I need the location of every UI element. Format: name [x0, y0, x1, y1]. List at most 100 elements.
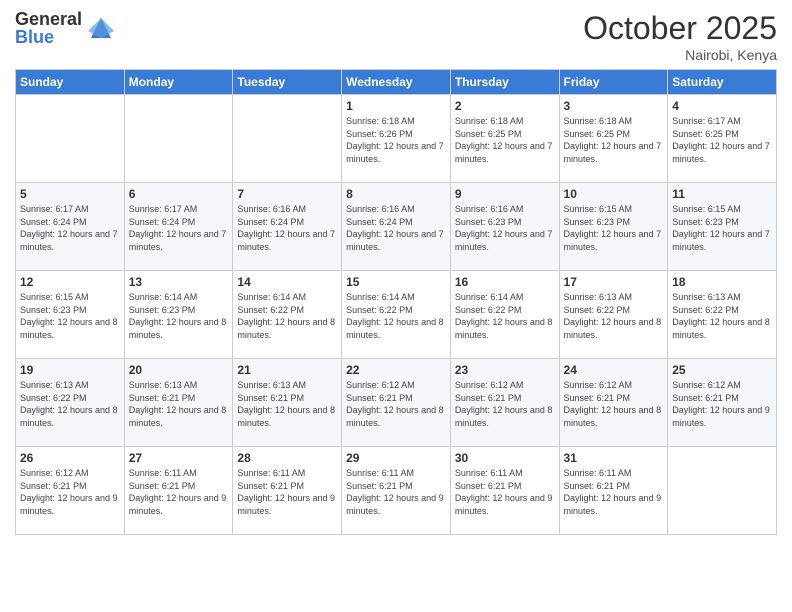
calendar-cell: 20 Sunrise: 6:13 AMSunset: 6:21 PMDayligh…	[124, 359, 233, 447]
day-info: Sunrise: 6:11 AMSunset: 6:21 PMDaylight:…	[564, 467, 664, 517]
day-info: Sunrise: 6:16 AMSunset: 6:24 PMDaylight:…	[237, 203, 337, 253]
calendar-cell: 9Sunrise: 6:16 AMSunset: 6:23 PMDaylight…	[450, 183, 559, 271]
header: General Blue October 2025 Nairobi, Kenya	[15, 10, 777, 63]
day-info: Sunrise: 6:12 AMSunset: 6:21 PMDaylight:…	[564, 379, 664, 429]
calendar-cell: 7 Sunrise: 6:16 AMSunset: 6:24 PMDaylight…	[233, 183, 342, 271]
day-number: 27	[129, 451, 229, 465]
calendar-cell: 19Sunrise: 6:13 AMSunset: 6:22 PMDayligh…	[16, 359, 125, 447]
title-block: October 2025 Nairobi, Kenya	[583, 10, 777, 63]
week-row-5: 26Sunrise: 6:12 AMSunset: 6:21 PMDayligh…	[16, 447, 777, 535]
day-number: 8	[346, 187, 446, 201]
day-info: Sunrise: 6:12 AMSunset: 6:21 PMDaylight:…	[20, 467, 120, 517]
day-info: Sunrise: 6:14 AMSunset: 6:22 PMDaylight:…	[455, 291, 555, 341]
day-info: Sunrise: 6:16 AMSunset: 6:24 PMDaylight:…	[346, 203, 446, 253]
calendar-cell: 13 Sunrise: 6:14 AMSunset: 6:23 PMDayligh…	[124, 271, 233, 359]
day-number: 13	[129, 275, 229, 289]
day-info: Sunrise: 6:18 AMSunset: 6:26 PMDaylight:…	[346, 115, 446, 165]
day-info: Sunrise: 6:15 AMSunset: 6:23 PMDaylight:…	[564, 203, 664, 253]
calendar-body: 1 Sunrise: 6:18 AMSunset: 6:26 PMDaylight…	[16, 95, 777, 535]
day-number: 28	[237, 451, 337, 465]
day-number: 11	[672, 187, 772, 201]
day-number: 6	[129, 187, 229, 201]
calendar-cell: 21 Sunrise: 6:13 AMSunset: 6:21 PMDayligh…	[233, 359, 342, 447]
calendar-cell	[668, 447, 777, 535]
day-info: Sunrise: 6:18 AMSunset: 6:25 PMDaylight:…	[455, 115, 555, 165]
calendar-cell: 31 Sunrise: 6:11 AMSunset: 6:21 PMDayligh…	[559, 447, 668, 535]
logo-blue: Blue	[15, 28, 82, 46]
logo-icon	[86, 13, 116, 43]
calendar-cell: 29Sunrise: 6:11 AMSunset: 6:21 PMDayligh…	[342, 447, 451, 535]
day-number: 31	[564, 451, 664, 465]
calendar-cell: 22 Sunrise: 6:12 AMSunset: 6:21 PMDayligh…	[342, 359, 451, 447]
col-saturday: Saturday	[668, 70, 777, 95]
day-info: Sunrise: 6:18 AMSunset: 6:25 PMDaylight:…	[564, 115, 664, 165]
day-info: Sunrise: 6:15 AMSunset: 6:23 PMDaylight:…	[20, 291, 120, 341]
day-number: 29	[346, 451, 446, 465]
calendar-cell: 15Sunrise: 6:14 AMSunset: 6:22 PMDayligh…	[342, 271, 451, 359]
calendar-cell: 4 Sunrise: 6:17 AMSunset: 6:25 PMDaylight…	[668, 95, 777, 183]
col-sunday: Sunday	[16, 70, 125, 95]
day-info: Sunrise: 6:14 AMSunset: 6:23 PMDaylight:…	[129, 291, 229, 341]
day-number: 5	[20, 187, 120, 201]
day-number: 1	[346, 99, 446, 113]
calendar-cell: 23 Sunrise: 6:12 AMSunset: 6:21 PMDayligh…	[450, 359, 559, 447]
day-number: 23	[455, 363, 555, 377]
calendar-table: Sunday Monday Tuesday Wednesday Thursday…	[15, 69, 777, 535]
day-info: Sunrise: 6:12 AMSunset: 6:21 PMDaylight:…	[346, 379, 446, 429]
day-info: Sunrise: 6:11 AMSunset: 6:21 PMDaylight:…	[237, 467, 337, 517]
day-number: 16	[455, 275, 555, 289]
page: General Blue October 2025 Nairobi, Kenya…	[0, 0, 792, 612]
day-info: Sunrise: 6:11 AMSunset: 6:21 PMDaylight:…	[129, 467, 229, 517]
col-wednesday: Wednesday	[342, 70, 451, 95]
col-friday: Friday	[559, 70, 668, 95]
calendar-cell	[16, 95, 125, 183]
calendar-cell: 3Sunrise: 6:18 AMSunset: 6:25 PMDaylight…	[559, 95, 668, 183]
day-number: 24	[564, 363, 664, 377]
day-info: Sunrise: 6:17 AMSunset: 6:25 PMDaylight:…	[672, 115, 772, 165]
day-info: Sunrise: 6:13 AMSunset: 6:21 PMDaylight:…	[129, 379, 229, 429]
calendar-header: Sunday Monday Tuesday Wednesday Thursday…	[16, 70, 777, 95]
day-number: 4	[672, 99, 772, 113]
day-info: Sunrise: 6:11 AMSunset: 6:21 PMDaylight:…	[455, 467, 555, 517]
day-info: Sunrise: 6:16 AMSunset: 6:23 PMDaylight:…	[455, 203, 555, 253]
calendar-cell: 5Sunrise: 6:17 AMSunset: 6:24 PMDaylight…	[16, 183, 125, 271]
day-info: Sunrise: 6:13 AMSunset: 6:21 PMDaylight:…	[237, 379, 337, 429]
calendar-cell: 11Sunrise: 6:15 AMSunset: 6:23 PMDayligh…	[668, 183, 777, 271]
calendar-cell: 28 Sunrise: 6:11 AMSunset: 6:21 PMDayligh…	[233, 447, 342, 535]
month-title: October 2025	[583, 10, 777, 47]
day-info: Sunrise: 6:12 AMSunset: 6:21 PMDaylight:…	[455, 379, 555, 429]
day-number: 20	[129, 363, 229, 377]
day-number: 7	[237, 187, 337, 201]
logo-text: General Blue	[15, 10, 82, 46]
day-info: Sunrise: 6:13 AMSunset: 6:22 PMDaylight:…	[564, 291, 664, 341]
col-monday: Monday	[124, 70, 233, 95]
location: Nairobi, Kenya	[583, 47, 777, 63]
week-row-1: 1 Sunrise: 6:18 AMSunset: 6:26 PMDaylight…	[16, 95, 777, 183]
calendar-cell: 2 Sunrise: 6:18 AMSunset: 6:25 PMDaylight…	[450, 95, 559, 183]
calendar-cell: 17 Sunrise: 6:13 AMSunset: 6:22 PMDayligh…	[559, 271, 668, 359]
day-number: 2	[455, 99, 555, 113]
day-info: Sunrise: 6:17 AMSunset: 6:24 PMDaylight:…	[129, 203, 229, 253]
calendar-cell: 1 Sunrise: 6:18 AMSunset: 6:26 PMDaylight…	[342, 95, 451, 183]
col-tuesday: Tuesday	[233, 70, 342, 95]
calendar-cell: 30Sunrise: 6:11 AMSunset: 6:21 PMDayligh…	[450, 447, 559, 535]
calendar-cell	[124, 95, 233, 183]
day-number: 22	[346, 363, 446, 377]
day-number: 12	[20, 275, 120, 289]
day-info: Sunrise: 6:12 AMSunset: 6:21 PMDaylight:…	[672, 379, 772, 429]
calendar-cell: 10 Sunrise: 6:15 AMSunset: 6:23 PMDayligh…	[559, 183, 668, 271]
logo-general: General	[15, 10, 82, 28]
calendar-cell: 24 Sunrise: 6:12 AMSunset: 6:21 PMDayligh…	[559, 359, 668, 447]
day-number: 10	[564, 187, 664, 201]
calendar-cell: 26Sunrise: 6:12 AMSunset: 6:21 PMDayligh…	[16, 447, 125, 535]
week-row-3: 12 Sunrise: 6:15 AMSunset: 6:23 PMDayligh…	[16, 271, 777, 359]
calendar-cell: 18Sunrise: 6:13 AMSunset: 6:22 PMDayligh…	[668, 271, 777, 359]
day-info: Sunrise: 6:14 AMSunset: 6:22 PMDaylight:…	[237, 291, 337, 341]
day-number: 17	[564, 275, 664, 289]
calendar-cell: 16 Sunrise: 6:14 AMSunset: 6:22 PMDayligh…	[450, 271, 559, 359]
calendar-cell: 25Sunrise: 6:12 AMSunset: 6:21 PMDayligh…	[668, 359, 777, 447]
logo: General Blue	[15, 10, 116, 46]
day-number: 21	[237, 363, 337, 377]
day-number: 14	[237, 275, 337, 289]
calendar-cell: 27 Sunrise: 6:11 AMSunset: 6:21 PMDayligh…	[124, 447, 233, 535]
